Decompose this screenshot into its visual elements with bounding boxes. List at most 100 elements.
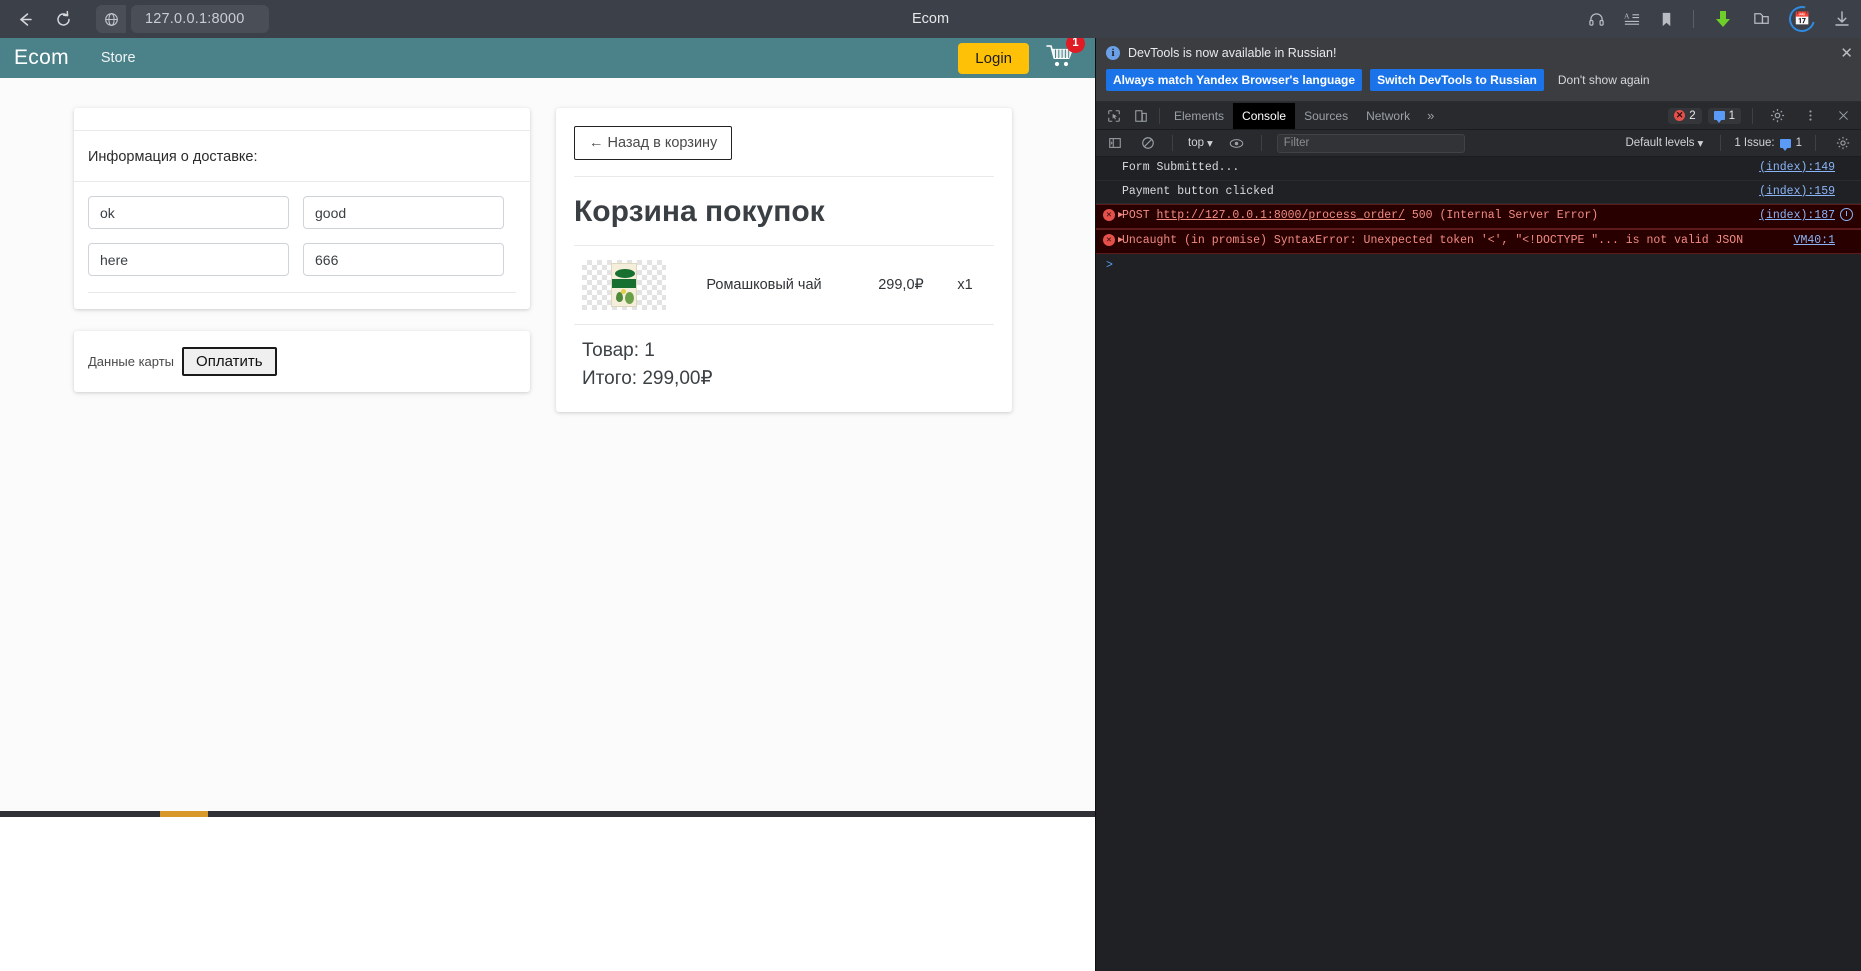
shopping-cart-card: ← Назад в корзину Корзина покупок Ромашк… bbox=[556, 108, 1012, 413]
device-toolbar-icon[interactable] bbox=[1127, 103, 1154, 129]
omnibox[interactable]: 127.0.0.1:8000 bbox=[96, 5, 269, 33]
cart-button[interactable]: 1 bbox=[1045, 38, 1085, 74]
issues-chip[interactable]: 1 Issue: 1 bbox=[1734, 137, 1802, 151]
issues-label: 1 Issue: bbox=[1734, 137, 1775, 149]
always-match-language-button[interactable]: Always match Yandex Browser's language bbox=[1106, 69, 1363, 91]
devtools-tabbar: Elements Console Sources Network » ✕ 2 1 bbox=[1096, 102, 1861, 130]
delivery-heading: Информация о доставке: bbox=[88, 149, 258, 165]
console-error-url[interactable]: http://127.0.0.1:8000/process_order/ bbox=[1157, 209, 1405, 222]
console-filterbar: top ▾ Default levels ▾ 1 Issue: 1 bbox=[1096, 130, 1861, 157]
browser-chrome: 127.0.0.1:8000 Ecom A 📅 bbox=[0, 0, 1861, 38]
cart-total-amount: Итого: 299,00₽ bbox=[582, 367, 713, 389]
devtools-language-banner: i DevTools is now available in Russian! … bbox=[1096, 38, 1861, 102]
cart-column: ← Назад в корзину Корзина покупок Ромашк… bbox=[556, 108, 1012, 413]
tab-network[interactable]: Network bbox=[1357, 103, 1419, 129]
tab-elements[interactable]: Elements bbox=[1165, 103, 1233, 129]
site-info-icon[interactable] bbox=[96, 5, 126, 33]
console-source-link[interactable]: (index):187 bbox=[1759, 208, 1835, 225]
console-message-text: Payment button clicked bbox=[1122, 184, 1274, 198]
navbar-right: Login 1 bbox=[958, 38, 1085, 74]
card-top-spacer bbox=[74, 108, 530, 130]
context-label: top bbox=[1188, 137, 1204, 149]
console-sidebar-icon[interactable] bbox=[1101, 130, 1128, 156]
browser-nav-buttons: 127.0.0.1:8000 bbox=[0, 4, 269, 34]
delivery-field-1[interactable] bbox=[88, 196, 289, 229]
console-row-error-syntax[interactable]: ✕ ▶ Uncaught (in promise) SyntaxError: U… bbox=[1096, 229, 1861, 254]
console-prompt[interactable]: > bbox=[1096, 254, 1861, 272]
reload-icon[interactable] bbox=[46, 4, 80, 34]
console-row-log[interactable]: Payment button clicked (index):159 bbox=[1096, 181, 1861, 205]
switch-to-russian-button[interactable]: Switch DevTools to Russian bbox=[1370, 69, 1544, 91]
console-row-log[interactable]: Form Submitted... (index):149 bbox=[1096, 157, 1861, 181]
delivery-field-2[interactable] bbox=[303, 196, 504, 229]
expand-triangle-icon[interactable]: ▶ bbox=[1118, 234, 1123, 247]
close-devtools-icon[interactable] bbox=[1830, 103, 1857, 129]
gear-icon[interactable] bbox=[1764, 103, 1791, 129]
message-count-badge[interactable]: 1 bbox=[1707, 107, 1741, 124]
divider bbox=[1720, 135, 1722, 151]
chamomile-tea-box-image bbox=[611, 263, 637, 307]
download-green-icon[interactable] bbox=[1712, 8, 1734, 30]
console-message-text: Form Submitted... bbox=[1122, 161, 1240, 174]
site-brand[interactable]: Ecom bbox=[14, 46, 69, 70]
cart-item-name: Ромашковый чай bbox=[706, 277, 822, 293]
console-source-link[interactable]: VM40:1 bbox=[1794, 233, 1835, 250]
banner-text: DevTools is now available in Russian! bbox=[1128, 46, 1337, 60]
bookmark-icon[interactable] bbox=[1658, 11, 1675, 28]
cart-item-row: Ромашковый чай 299,0₽ x1 bbox=[574, 246, 994, 324]
expand-triangle-icon[interactable]: ▶ bbox=[1118, 209, 1123, 222]
console-message-text: Uncaught (in promise) SyntaxError: Unexp… bbox=[1122, 234, 1744, 248]
divider bbox=[88, 292, 516, 293]
banner-close-icon[interactable]: ✕ bbox=[1840, 46, 1853, 61]
browser-toolbar-icons: A 📅 bbox=[1588, 0, 1851, 38]
console-source-link[interactable]: (index):159 bbox=[1759, 184, 1835, 201]
console-settings-gear-icon[interactable] bbox=[1829, 130, 1856, 156]
headphones-icon[interactable] bbox=[1588, 11, 1605, 28]
product-thumbnail[interactable] bbox=[582, 260, 666, 310]
reader-mode-icon[interactable]: A bbox=[1623, 11, 1640, 28]
console-output[interactable]: Form Submitted... (index):149 Payment bu… bbox=[1096, 157, 1861, 971]
login-button[interactable]: Login bbox=[958, 42, 1029, 74]
payment-card: Данные карты Оплатить bbox=[74, 331, 530, 392]
tab-sources[interactable]: Sources bbox=[1295, 103, 1357, 129]
back-arrow-icon[interactable] bbox=[8, 4, 42, 34]
log-levels-selector[interactable]: Default levels ▾ bbox=[1621, 136, 1707, 150]
console-row-error-post[interactable]: ✕ ▶ POST http://127.0.0.1:8000/process_o… bbox=[1096, 204, 1861, 230]
more-tabs-icon[interactable]: » bbox=[1419, 108, 1442, 123]
divider bbox=[1260, 135, 1262, 151]
collections-icon[interactable] bbox=[1752, 10, 1771, 29]
error-count-badge[interactable]: ✕ 2 bbox=[1668, 107, 1702, 124]
cart-count-badge: 1 bbox=[1066, 38, 1085, 53]
console-error-suffix: 500 (Internal Server Error) bbox=[1404, 209, 1599, 223]
calendar-icon[interactable]: 📅 bbox=[1784, 1, 1820, 37]
address-bar[interactable]: 127.0.0.1:8000 bbox=[131, 5, 269, 33]
nav-link-store[interactable]: Store bbox=[101, 50, 136, 66]
clear-console-icon[interactable] bbox=[1134, 130, 1161, 156]
console-filter-input[interactable] bbox=[1276, 133, 1465, 153]
delivery-field-3[interactable] bbox=[88, 243, 289, 276]
execution-context-selector[interactable]: top ▾ bbox=[1184, 136, 1217, 150]
tab-console[interactable]: Console bbox=[1233, 102, 1296, 129]
pay-button[interactable]: Оплатить bbox=[182, 347, 277, 376]
console-source-link[interactable]: (index):149 bbox=[1759, 160, 1835, 177]
taskbar-area bbox=[0, 811, 1095, 971]
error-icon: ✕ bbox=[1674, 110, 1686, 121]
cart-item-quantity: x1 bbox=[957, 277, 973, 293]
network-timing-icon[interactable] bbox=[1840, 208, 1853, 222]
cart-card-top-spacer bbox=[574, 108, 994, 126]
divider bbox=[1752, 107, 1753, 124]
banner-message-row: i DevTools is now available in Russian! bbox=[1106, 46, 1851, 60]
error-count: 2 bbox=[1689, 109, 1696, 122]
delivery-field-4[interactable] bbox=[303, 243, 504, 276]
back-to-cart-button[interactable]: ← Назад в корзину bbox=[574, 126, 733, 160]
delivery-info-card: Информация о доставке: bbox=[74, 108, 530, 309]
more-vertical-icon[interactable] bbox=[1797, 103, 1824, 129]
console-error-prefix: POST bbox=[1122, 209, 1157, 223]
downloads-icon[interactable] bbox=[1833, 10, 1851, 28]
live-expression-icon[interactable] bbox=[1223, 130, 1250, 156]
inspect-element-icon[interactable] bbox=[1100, 103, 1127, 129]
dont-show-again-button[interactable]: Don't show again bbox=[1552, 69, 1656, 91]
page-viewport: Ecom Store Login 1 Информация о доставке… bbox=[0, 38, 1095, 811]
tabbar-right-controls: ✕ 2 1 bbox=[1668, 103, 1857, 129]
